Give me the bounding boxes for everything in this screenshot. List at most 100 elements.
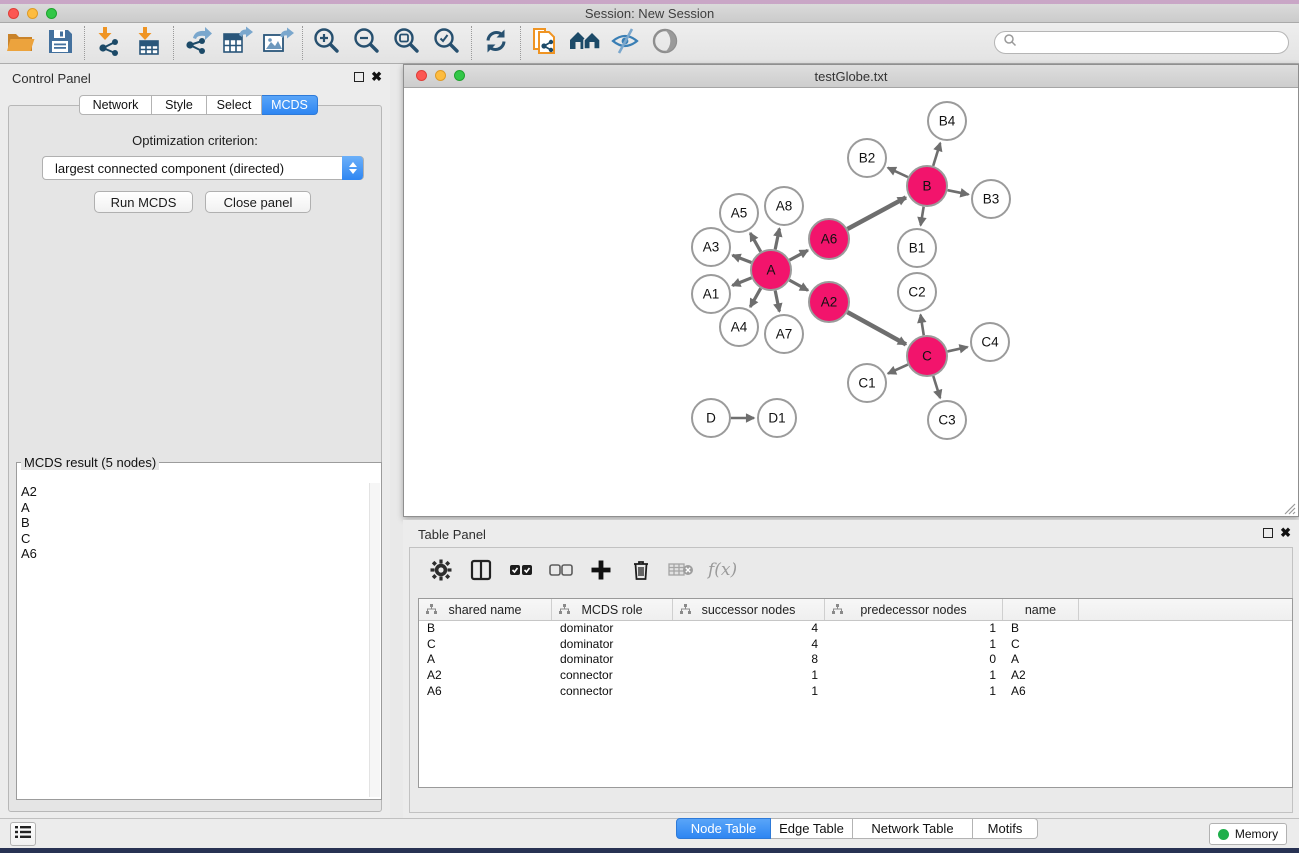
table-cell[interactable]: 1	[825, 637, 1003, 653]
import-network-button[interactable]	[89, 25, 129, 61]
table-cell[interactable]: 1	[673, 668, 825, 684]
table-cell[interactable]: 1	[825, 684, 1003, 700]
tab-style[interactable]: Style	[152, 95, 207, 115]
column-header-predecessor-nodes[interactable]: predecessor nodes	[825, 599, 1003, 620]
graph-edge-B-B2[interactable]	[888, 168, 908, 177]
export-image-button[interactable]	[258, 25, 298, 61]
result-scrollbar[interactable]	[369, 483, 380, 797]
minimize-window-button[interactable]	[27, 8, 38, 19]
table-cell[interactable]: connector	[552, 684, 673, 700]
column-header-mcds-role[interactable]: MCDS role	[552, 599, 673, 620]
graph-node-A7[interactable]: A7	[765, 315, 803, 353]
column-header-successor-nodes[interactable]: successor nodes	[673, 599, 825, 620]
zoom-fit-button[interactable]	[387, 25, 427, 61]
close-table-panel-icon[interactable]: ✖	[1280, 528, 1291, 538]
float-panel-icon[interactable]	[354, 72, 364, 82]
float-table-panel-icon[interactable]	[1263, 528, 1273, 538]
deselect-all-button[interactable]	[548, 557, 574, 583]
add-row-button[interactable]	[588, 557, 614, 583]
close-panel-button[interactable]: Close panel	[205, 191, 311, 213]
graph-node-A3[interactable]: A3	[692, 228, 730, 266]
network-graph[interactable]: A5A8A3A6AA1A2A4A7B4B2BB3B1C2C4CC1C3DD1	[404, 88, 1298, 516]
graph-edge-A-A2[interactable]	[789, 280, 808, 290]
resize-grip-icon[interactable]	[1284, 502, 1296, 514]
graph-node-A5[interactable]: A5	[720, 194, 758, 232]
mcds-result-item[interactable]: A6	[21, 546, 37, 562]
table-cell[interactable]: A2	[419, 668, 552, 684]
export-network-button[interactable]	[178, 25, 218, 61]
graph-node-A1[interactable]: A1	[692, 275, 730, 313]
close-window-button[interactable]	[8, 8, 19, 19]
graph-edge-A-A7[interactable]	[775, 291, 779, 312]
import-table-button[interactable]	[129, 25, 169, 61]
graph-node-C2[interactable]: C2	[898, 273, 936, 311]
table-settings-button[interactable]	[428, 557, 454, 583]
network-window-titlebar[interactable]: testGlobe.txt	[404, 65, 1298, 88]
search-box[interactable]	[994, 31, 1289, 54]
graph-node-B3[interactable]: B3	[972, 180, 1010, 218]
close-network-button[interactable]	[416, 70, 427, 81]
table-cell[interactable]: dominator	[552, 652, 673, 668]
table-cell[interactable]: A2	[1003, 668, 1079, 684]
run-mcds-button[interactable]: Run MCDS	[94, 191, 193, 213]
memory-button[interactable]: Memory	[1209, 823, 1287, 845]
graph-node-C[interactable]: C	[907, 336, 947, 376]
minimize-network-button[interactable]	[435, 70, 446, 81]
criterion-dropdown[interactable]: largest connected component (directed)	[42, 156, 364, 180]
open-session-button[interactable]	[0, 25, 40, 61]
search-input[interactable]	[1017, 36, 1267, 50]
mcds-result-item[interactable]: C	[21, 531, 37, 547]
table-cell[interactable]: 4	[673, 637, 825, 653]
graph-node-B2[interactable]: B2	[848, 139, 886, 177]
zoom-out-button[interactable]	[347, 25, 387, 61]
graph-node-B1[interactable]: B1	[898, 229, 936, 267]
graph-node-B4[interactable]: B4	[928, 102, 966, 140]
graph-edge-A-A5[interactable]	[750, 233, 760, 252]
table-cell[interactable]: B	[419, 621, 552, 637]
graph-edge-A6-B[interactable]	[847, 197, 905, 229]
graph-node-B[interactable]: B	[907, 166, 947, 206]
tab-mcds[interactable]: MCDS	[262, 95, 318, 115]
graph-edge-A-A8[interactable]	[775, 229, 779, 250]
zoom-window-button[interactable]	[46, 8, 57, 19]
tab-edge-table[interactable]: Edge Table	[771, 818, 853, 839]
graph-node-C4[interactable]: C4	[971, 323, 1009, 361]
tab-node-table[interactable]: Node Table	[676, 818, 771, 839]
export-table-button[interactable]	[218, 25, 258, 61]
table-cell[interactable]: A6	[1003, 684, 1079, 700]
graph-edge-C-C2[interactable]	[921, 315, 924, 336]
save-session-button[interactable]	[40, 25, 80, 61]
table-columns-button[interactable]	[468, 557, 494, 583]
table-row[interactable]: Adominator80A	[419, 652, 1292, 668]
zoom-in-button[interactable]	[307, 25, 347, 61]
table-row[interactable]: Bdominator41B	[419, 621, 1292, 637]
graph-edge-A-A4[interactable]	[750, 288, 760, 307]
table-cell[interactable]: dominator	[552, 621, 673, 637]
mcds-result-item[interactable]: A	[21, 500, 37, 516]
table-cell[interactable]: C	[1003, 637, 1079, 653]
show-task-history-button[interactable]	[10, 822, 36, 846]
tab-motifs[interactable]: Motifs	[973, 818, 1038, 839]
table-cell[interactable]: 1	[825, 621, 1003, 637]
graph-edge-C-C3[interactable]	[933, 376, 940, 398]
table-cell[interactable]: 8	[673, 652, 825, 668]
graph-edge-B-B4[interactable]	[933, 143, 940, 166]
hide-details-button[interactable]	[605, 25, 645, 61]
table-cell[interactable]: 0	[825, 652, 1003, 668]
graph-edge-C-C4[interactable]	[947, 347, 967, 351]
table-cell[interactable]: 4	[673, 621, 825, 637]
graph-edge-A2-C[interactable]	[847, 312, 906, 344]
network-canvas[interactable]: A5A8A3A6AA1A2A4A7B4B2BB3B1C2C4CC1C3DD1	[404, 88, 1298, 516]
graph-edge-C-C1[interactable]	[888, 365, 908, 374]
graph-node-A6[interactable]: A6	[809, 219, 849, 259]
zoom-network-button[interactable]	[454, 70, 465, 81]
mcds-result-item[interactable]: B	[21, 515, 37, 531]
table-cell[interactable]: A	[1003, 652, 1079, 668]
zoom-selected-button[interactable]	[427, 25, 467, 61]
table-cell[interactable]: connector	[552, 668, 673, 684]
select-all-button[interactable]	[508, 557, 534, 583]
mcds-result-item[interactable]: A2	[21, 484, 37, 500]
graph-edge-B-B1[interactable]	[921, 207, 924, 226]
table-cell[interactable]: A6	[419, 684, 552, 700]
graph-node-D1[interactable]: D1	[758, 399, 796, 437]
